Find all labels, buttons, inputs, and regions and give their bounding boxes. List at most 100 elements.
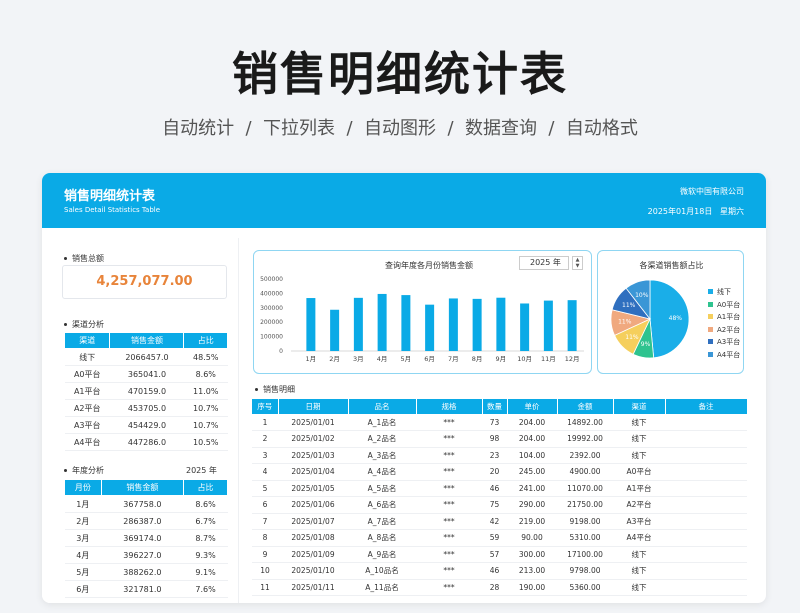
table-cell: 365041.0 <box>109 365 184 383</box>
table-cell: 2025/01/10 <box>278 562 348 580</box>
column-header: 备注 <box>665 399 748 414</box>
slice-label: 9% <box>641 341 651 348</box>
table-cell: 470159.0 <box>109 382 184 400</box>
column-header: 销售金额 <box>100 479 185 496</box>
table-row: A1平台 470159.0 11.0% <box>64 382 228 400</box>
table-cell: 6 <box>252 496 278 514</box>
column-header: 渠道 <box>613 399 666 414</box>
table-cell: 98 <box>482 430 507 448</box>
table-cell: A_10品名 <box>348 562 416 580</box>
table-cell: A_2品名 <box>348 430 416 448</box>
legend-swatch <box>708 339 713 345</box>
table-cell: A_1品名 <box>348 414 416 431</box>
table-cell: 245.00 <box>507 463 557 481</box>
table-cell: 7.6% <box>183 580 228 598</box>
table-row: 线下 2066457.0 48.5% <box>64 348 228 366</box>
table-cell: *** <box>416 579 482 596</box>
table-cell: 2066457.0 <box>109 348 184 366</box>
table-cell: 11 <box>252 579 278 596</box>
column-header: 规格 <box>416 399 483 414</box>
table-cell: 7 <box>252 513 278 530</box>
table-cell: A4平台 <box>64 433 110 451</box>
table-cell: 2025/01/02 <box>278 430 348 448</box>
table-cell: A_3品名 <box>348 447 416 464</box>
table-cell: 5月 <box>64 563 102 581</box>
table-cell: 75 <box>482 496 507 514</box>
column-header: 日期 <box>278 399 349 414</box>
table-cell: A_9品名 <box>348 546 416 563</box>
table-cell <box>665 480 747 497</box>
table-cell: *** <box>416 496 482 514</box>
table-cell: 8 <box>252 529 278 547</box>
legend-swatch <box>708 351 713 357</box>
legend-item: A3平台 <box>708 337 740 350</box>
table-cell: 4月 <box>64 546 102 564</box>
table-row: 1月 367758.0 8.6% <box>64 495 228 513</box>
table-cell: 9198.00 <box>557 513 613 530</box>
legend-swatch <box>708 289 713 294</box>
table-cell: A_5品名 <box>348 480 416 497</box>
x-tick-label: 5月 <box>401 355 412 363</box>
table-cell: 14892.00 <box>557 414 613 431</box>
bullet-icon <box>64 257 67 260</box>
table-cell: 59 <box>482 529 507 547</box>
table-cell: 190.00 <box>507 579 557 596</box>
table-cell: 9798.00 <box>557 562 613 580</box>
hero-title: 销售明细统计表 <box>232 47 568 101</box>
table-cell: 204.00 <box>507 414 557 431</box>
legend-swatch <box>708 301 713 307</box>
legend-label: A3平台 <box>717 338 741 347</box>
column-header: 序号 <box>252 399 279 414</box>
y-tick-label: 500000 <box>260 276 283 283</box>
table-cell: 8.6% <box>183 365 228 383</box>
table-cell: A_8品名 <box>348 529 416 547</box>
bar <box>306 298 316 351</box>
legend-item: 线下 <box>708 287 740 300</box>
table-cell: 9.3% <box>183 546 228 564</box>
table-cell: 290.00 <box>507 496 557 514</box>
table-row: 6 2025/01/06 A_6品名 *** 75 290.00 21750.00 A2平台 <box>252 496 747 514</box>
table-cell: 2025/01/11 <box>278 579 348 596</box>
table-cell: 线下 <box>613 562 665 580</box>
table-cell: 90.00 <box>507 529 557 547</box>
legend-label: A2平台 <box>717 325 741 334</box>
table-row: 8 2025/01/08 A_8品名 *** 59 90.00 5310.00 A4平台 <box>252 529 747 547</box>
table-cell: 5310.00 <box>557 529 613 547</box>
table-cell: 8.6% <box>183 495 228 513</box>
channel-section-label: 渠道分析 <box>64 319 104 330</box>
table-cell: 2025/01/04 <box>278 463 348 481</box>
table-cell: 4900.00 <box>557 463 613 481</box>
table-cell: 104.00 <box>507 447 557 464</box>
x-tick-label: 8月 <box>472 355 483 363</box>
legend-label: A0平台 <box>717 300 741 309</box>
slice-label: 48% <box>669 315 683 322</box>
table-cell: 2392.00 <box>557 447 613 464</box>
column-header: 单价 <box>507 399 558 414</box>
bar <box>425 304 435 351</box>
table-cell <box>665 414 747 431</box>
table-cell: 2025/01/09 <box>278 546 348 563</box>
bullet-icon <box>64 323 67 326</box>
table-cell: 20 <box>482 463 507 481</box>
x-tick-label: 12月 <box>565 355 580 363</box>
x-tick-label: 7月 <box>448 355 459 363</box>
table-cell: 369174.0 <box>101 529 184 547</box>
legend-swatch <box>708 326 713 332</box>
table-row: A3平台 454429.0 10.7% <box>64 416 228 434</box>
y-tick-label: 300000 <box>260 305 283 312</box>
annual-table: 月份 销售金额 占比 1月 367758.0 8.6% 2月 286387.0 6.7% 3… <box>64 479 228 598</box>
table-cell: 2025/01/03 <box>278 447 348 464</box>
bar <box>520 303 530 351</box>
table-cell: 213.00 <box>507 562 557 580</box>
table-cell: 9.1% <box>183 563 228 581</box>
table-cell: 46 <box>482 480 507 497</box>
x-tick-label: 1月 <box>306 355 317 363</box>
table-row: 11 2025/01/11 A_11品名 *** 28 190.00 5360.00 线下 <box>252 579 747 596</box>
table-cell: A_6品名 <box>348 496 416 514</box>
table-cell: 2025/01/06 <box>278 496 348 514</box>
table-cell: 42 <box>482 513 507 530</box>
bar <box>543 300 553 351</box>
table-cell: 48.5% <box>183 348 228 366</box>
bar-chart: 500000 400000 300000 200000 100000 0 1月 2月 3月 4月 5… <box>260 276 584 363</box>
table-cell: 2025/01/01 <box>278 414 348 431</box>
